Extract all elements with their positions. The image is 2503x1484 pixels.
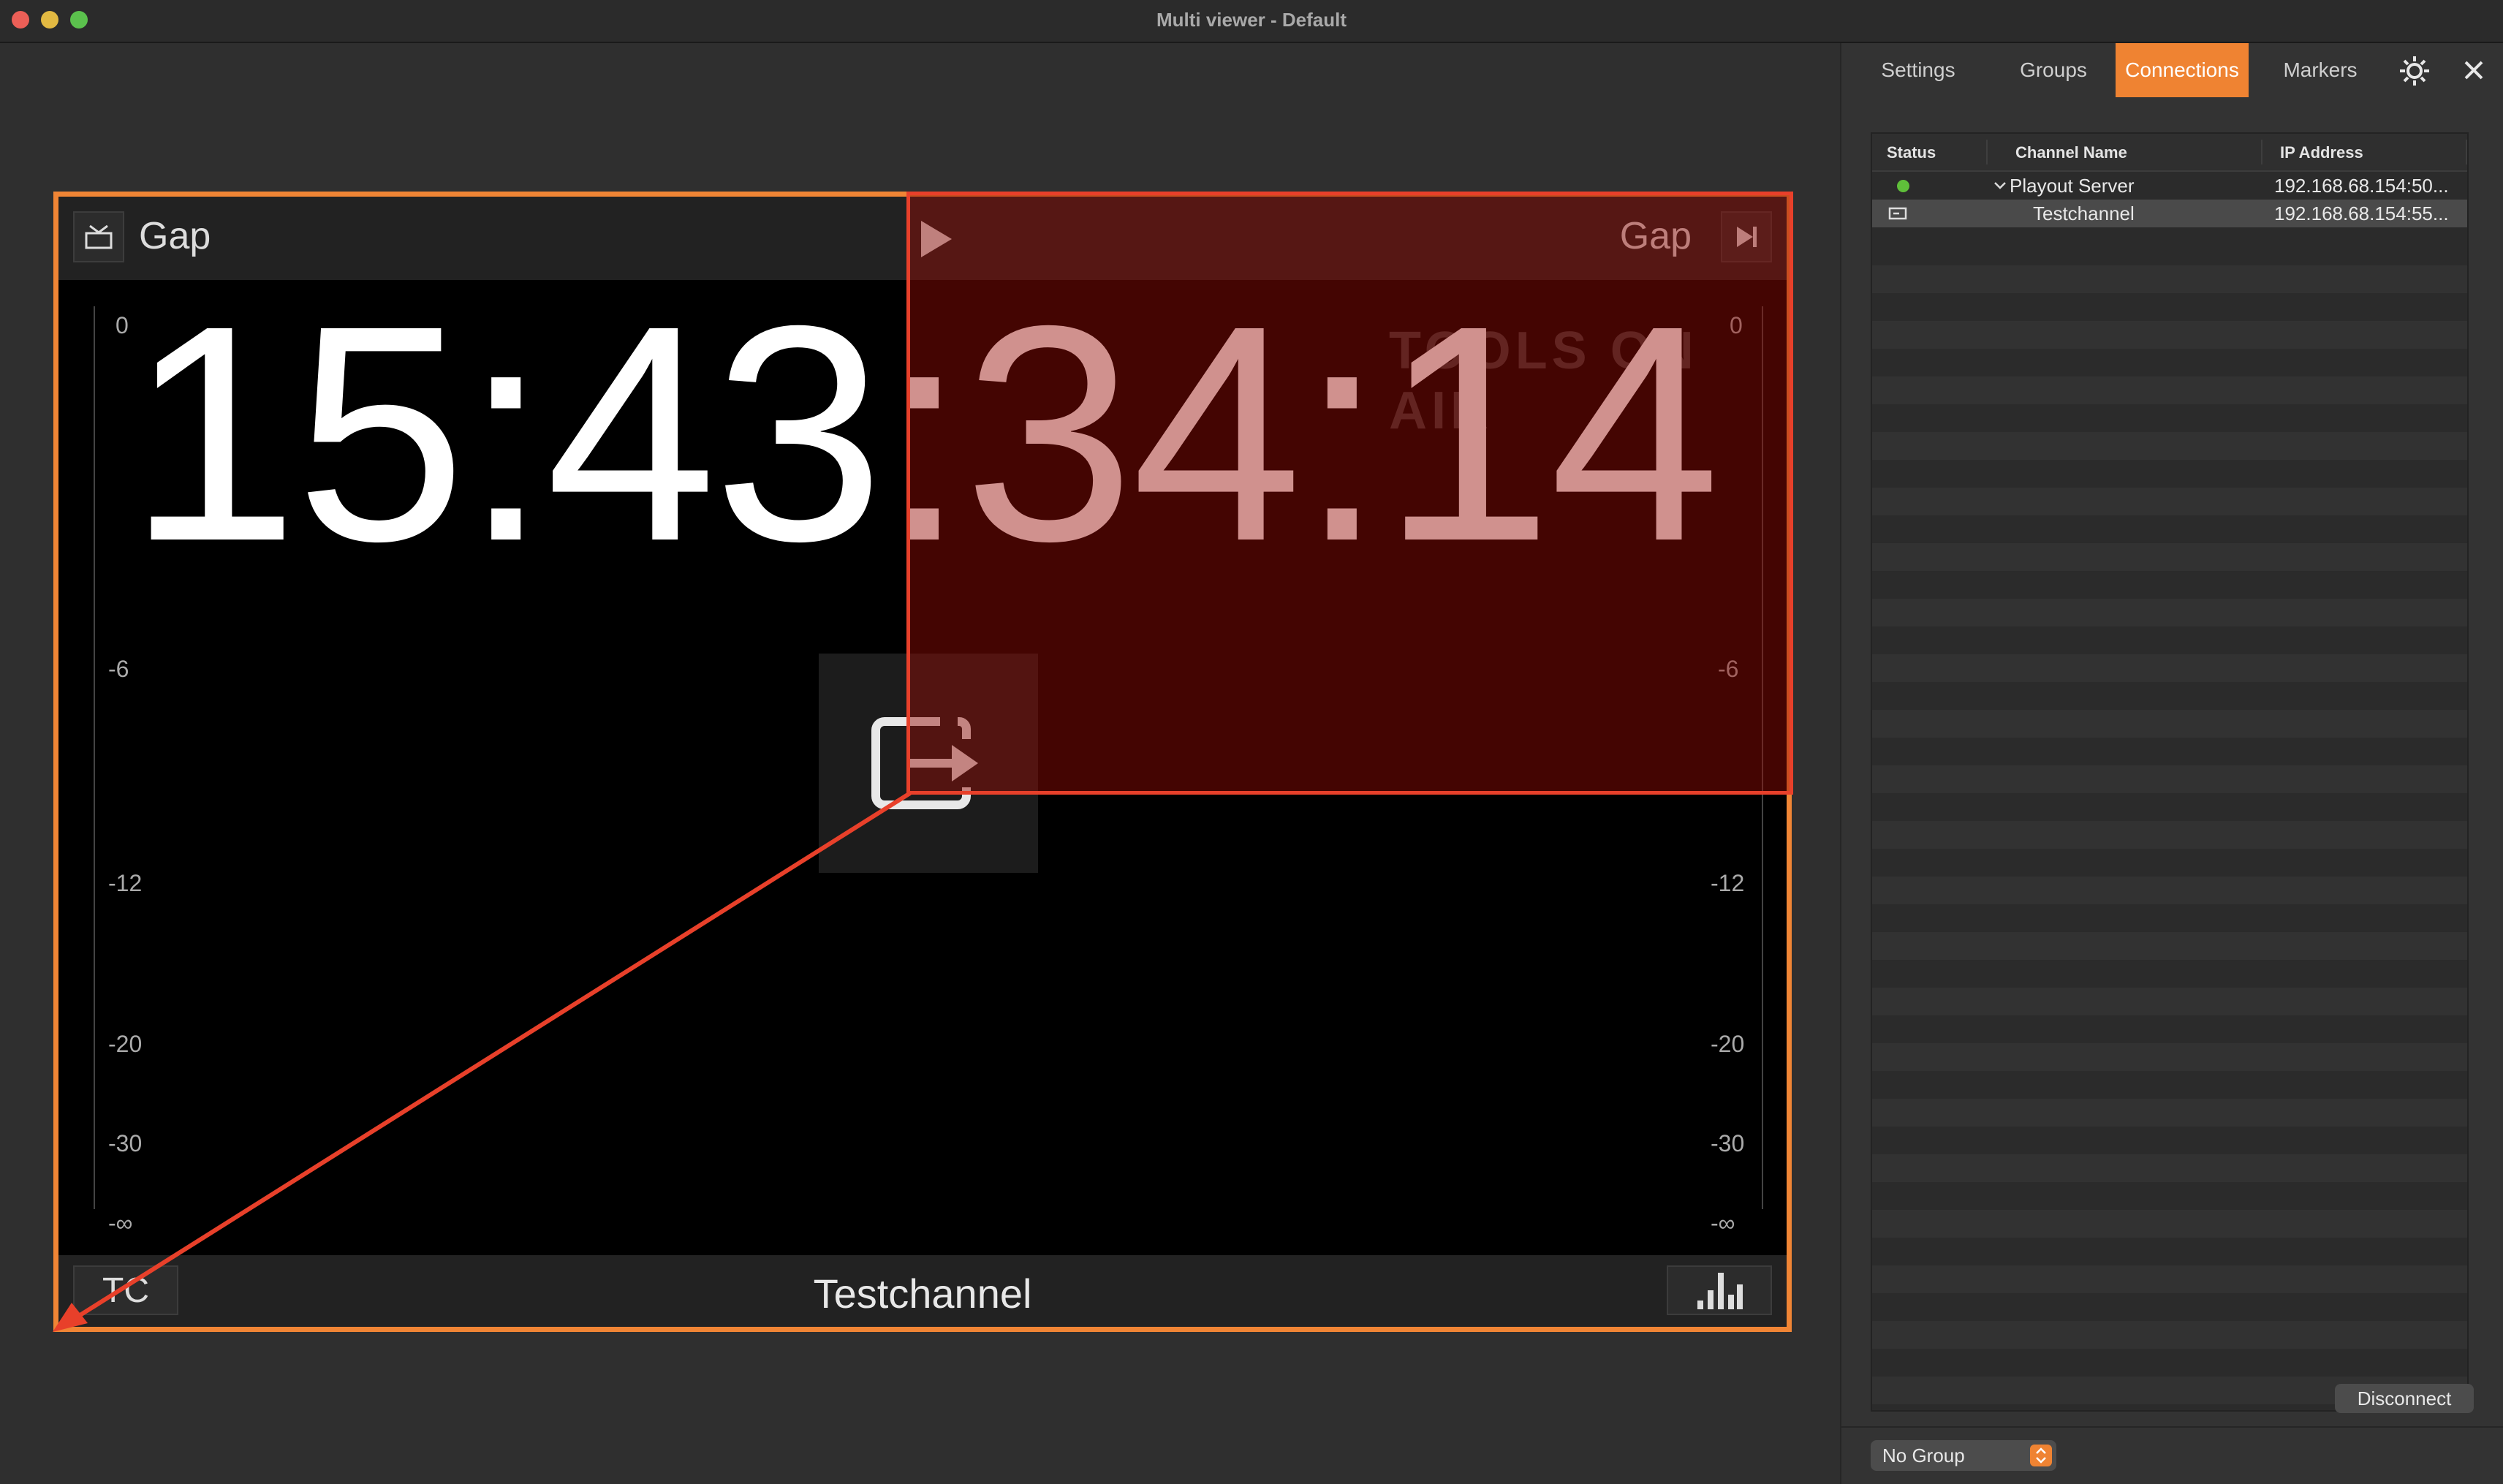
table-row[interactable]: Playout Server 192.168.68.154:50... (1872, 172, 2467, 200)
window-title: Multi viewer - Default (1156, 9, 1347, 31)
ip-address-cell: 192.168.68.154:50... (2274, 175, 2449, 197)
scale-label-right: -∞ (1711, 1210, 1735, 1236)
scale-label-left: -12 (108, 870, 143, 896)
column-header-ip-address[interactable]: IP Address (2280, 134, 2363, 170)
table-row[interactable]: Testchannel 192.168.68.154:55... (1872, 200, 2467, 227)
title-bar: Multi viewer - Default (0, 0, 2503, 43)
scale-label-right: -12 (1711, 870, 1745, 896)
tab-groups[interactable]: Groups (1991, 43, 2116, 97)
scale-label-left: -∞ (108, 1210, 133, 1236)
gear-icon[interactable] (2398, 55, 2431, 87)
left-event-label: Gap (139, 215, 211, 257)
scale-label-right: -30 (1711, 1130, 1745, 1156)
channel-name-cell: Testchannel (2033, 202, 2135, 224)
connections-table: Status Channel Name IP Address Playout S… (1871, 132, 2469, 1412)
channel-name-label: Testchannel (813, 1271, 1032, 1317)
group-select-value: No Group (1882, 1445, 1965, 1466)
channel-name-cell: Playout Server (2010, 175, 2135, 197)
tile-footer: TC Testchannel (58, 1255, 1787, 1327)
ip-address-cell: 192.168.68.154:55... (2274, 202, 2449, 224)
table-header: Status Channel Name IP Address (1872, 134, 2467, 172)
close-icon[interactable] (2463, 59, 2485, 81)
chevron-down-icon[interactable] (1993, 181, 2007, 191)
tab-markers[interactable]: Markers (2254, 43, 2386, 97)
scale-label-left: -30 (108, 1130, 143, 1156)
channel-icon (1888, 207, 1907, 220)
tv-icon[interactable] (73, 211, 124, 262)
disconnect-button[interactable]: Disconnect (2335, 1384, 2474, 1413)
select-stepper-icon (2030, 1445, 2052, 1466)
audio-meter-icon[interactable] (1667, 1265, 1772, 1315)
scale-label-left: -20 (108, 1031, 143, 1057)
column-header-status[interactable]: Status (1887, 134, 1936, 170)
tab-connections[interactable]: Connections (2116, 43, 2249, 97)
status-online-indicator (1897, 180, 1909, 192)
tab-settings[interactable]: Settings (1856, 43, 1980, 97)
column-header-channel-name[interactable]: Channel Name (2015, 134, 2127, 170)
group-select[interactable]: No Group (1871, 1440, 2056, 1471)
highlight-box (906, 192, 1793, 795)
side-panel: Settings Groups Connections Markers Stat… (1840, 43, 2503, 1484)
scale-label-right: -20 (1711, 1031, 1745, 1057)
scale-label-left: -6 (108, 656, 129, 682)
